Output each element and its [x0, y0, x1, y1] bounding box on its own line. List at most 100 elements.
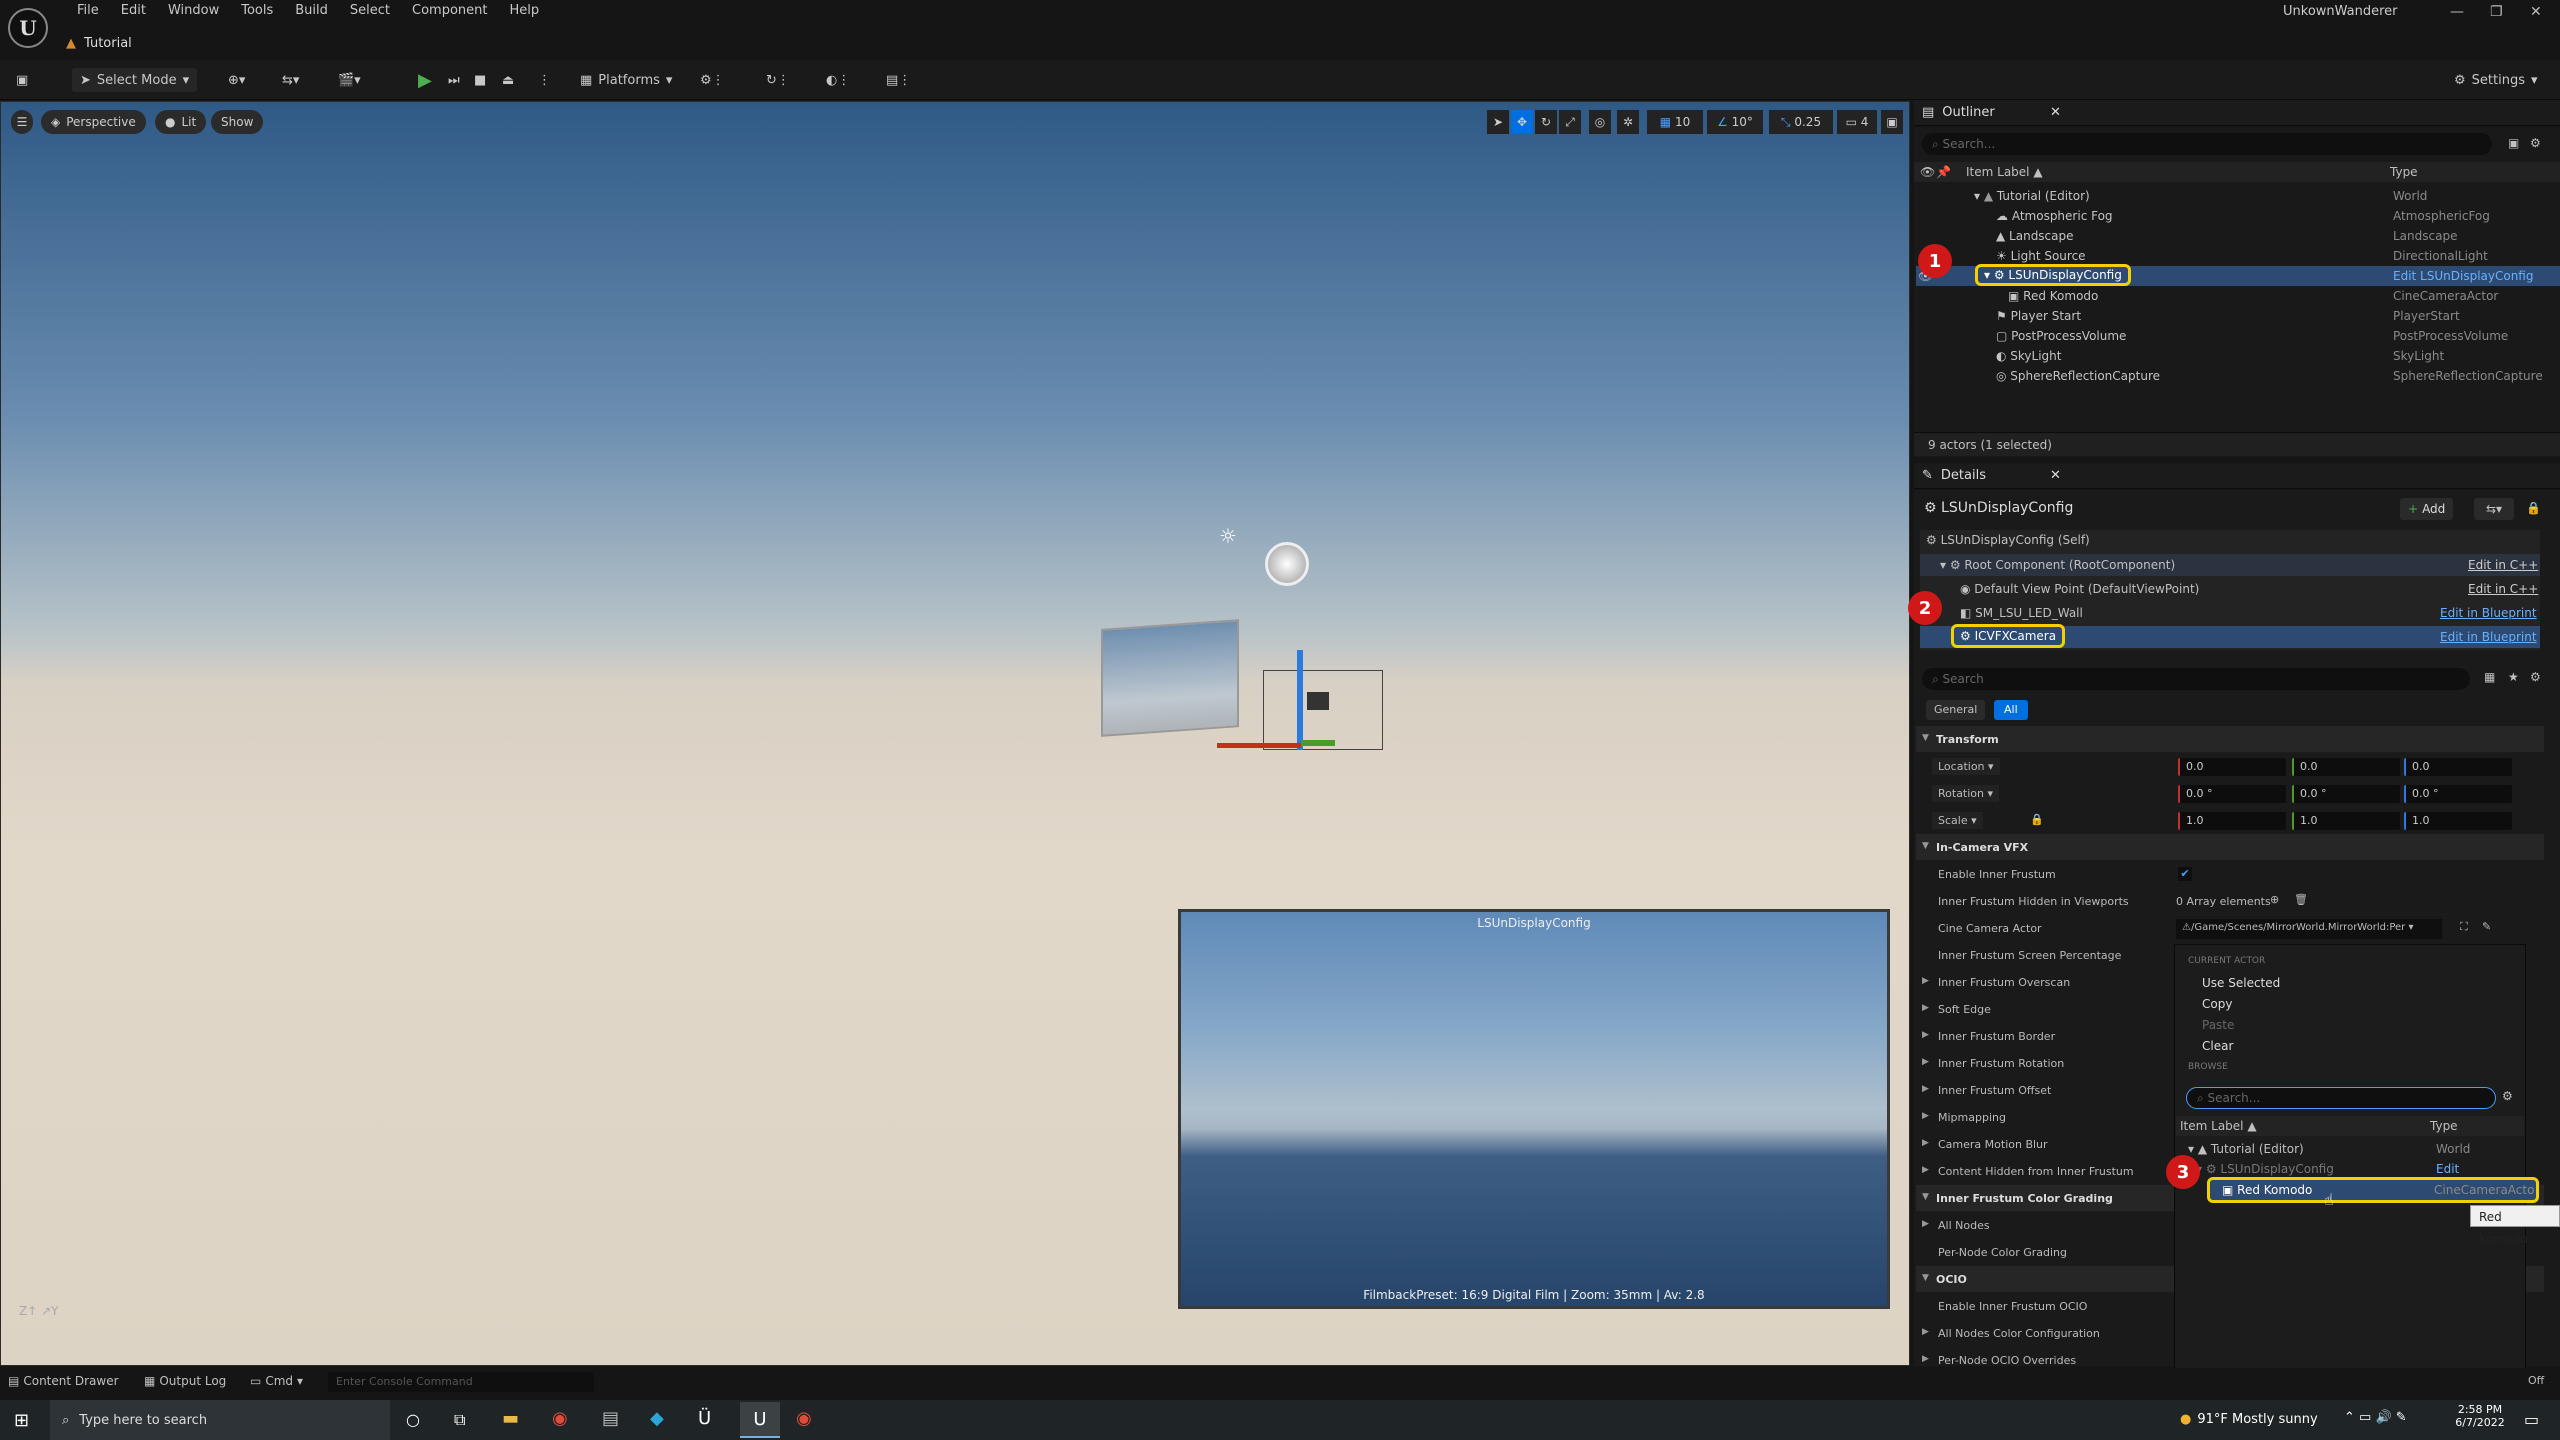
blueprint-options-icon[interactable]: ⇆▾: [2474, 498, 2514, 520]
component-row[interactable]: ⚙ LSUnDisplayConfig (Self): [1926, 533, 2090, 547]
outliner-search-input[interactable]: ⌕ Search...: [1922, 133, 2492, 155]
popup-row[interactable]: ▾ ▲ Tutorial (Editor) World: [2176, 1139, 2524, 1159]
more-icon[interactable]: ⋮: [538, 68, 551, 92]
content-drawer-button[interactable]: ▤ Content Drawer: [8, 1374, 119, 1388]
close-icon[interactable]: ✕: [2050, 468, 2061, 483]
outliner-row[interactable]: ◎ SphereReflectionCapture SphereReflectio…: [1916, 366, 2560, 386]
popup-row-red-komodo[interactable]: ▣ Red Komodo CineCameraActo: [2207, 1177, 2539, 1203]
unreal-logo-icon[interactable]: U: [8, 8, 48, 48]
epic-launcher-icon[interactable]: Ü: [698, 1408, 711, 1429]
location-x-field[interactable]: 0.0: [2178, 758, 2286, 776]
outliner-row[interactable]: ▣ Red Komodo CineCameraActor: [1916, 286, 2560, 306]
unreal-editor-taskbar-icon[interactable]: U: [740, 1402, 780, 1438]
app-icon[interactable]: ◆: [650, 1408, 664, 1429]
scale-dropdown[interactable]: Scale ▾: [1932, 812, 1983, 829]
cine-camera-icon[interactable]: [1307, 692, 1329, 710]
outliner-row[interactable]: ▢ PostProcessVolume PostProcessVolume: [1916, 326, 2560, 346]
scale-z-field[interactable]: 1.0: [2404, 812, 2512, 830]
scale-x-field[interactable]: 1.0: [2178, 812, 2286, 830]
cinematics-icon[interactable]: 🎬▾: [338, 68, 361, 92]
type-column[interactable]: Type: [2390, 165, 2418, 179]
maximize-icon[interactable]: ❐: [2490, 4, 2503, 20]
clear-item[interactable]: Clear: [2202, 1039, 2233, 1053]
grid-snap-button[interactable]: ▦ 10: [1647, 110, 1703, 134]
led-wall[interactable]: [1101, 619, 1239, 737]
outliner-row[interactable]: ◐ SkyLight SkyLight: [1916, 346, 2560, 366]
world-space-icon[interactable]: ◎: [1589, 110, 1611, 134]
add-actor-icon[interactable]: ⊕▾: [228, 68, 245, 92]
filter-all-button[interactable]: All: [1994, 700, 2028, 720]
edit-blueprint-link[interactable]: Edit in Blueprint: [2440, 630, 2537, 644]
lit-button[interactable]: ● Lit: [155, 110, 207, 134]
lock-icon[interactable]: 🔒: [2526, 501, 2541, 515]
popup-item-label-column[interactable]: Item Label ▲: [2180, 1119, 2257, 1133]
gear-icon[interactable]: ⚙: [2530, 136, 2541, 150]
gizmo-z-axis[interactable]: [1297, 650, 1303, 750]
row-type-link[interactable]: Edit LSUnDisplayConfig: [2393, 269, 2533, 283]
scale-tool-icon[interactable]: ⤢: [1559, 110, 1581, 134]
component-row[interactable]: ◉ Default View Point (DefaultViewPoint) E…: [1920, 578, 2540, 600]
copy-item[interactable]: Copy: [2202, 997, 2232, 1011]
weather-widget[interactable]: ● 91°F Mostly sunny: [2180, 1412, 2318, 1427]
gear-icon[interactable]: ⚙: [2502, 1089, 2513, 1103]
popup-row[interactable]: ▾ ⚙ LSUnDisplayConfigEdit LSUnDispla: [2176, 1159, 2524, 1190]
camera-speed-button[interactable]: ▭ 4: [1837, 110, 1877, 134]
add-folder-icon[interactable]: ▣: [2508, 136, 2519, 150]
rotation-z-field[interactable]: 0.0 °: [2404, 785, 2512, 803]
rotation-x-field[interactable]: 0.0 °: [2178, 785, 2286, 803]
tray-icons[interactable]: ⌃ ▭ 🔊 ✎: [2344, 1410, 2407, 1425]
menu-component[interactable]: Component: [401, 3, 498, 18]
popup-search-input[interactable]: ⌕ Search...: [2186, 1087, 2496, 1109]
outliner-row[interactable]: ☁ Atmospheric Fog AtmosphericFog: [1916, 206, 2560, 226]
rotation-dropdown[interactable]: Rotation ▾: [1932, 785, 2000, 802]
taskbar-search-input[interactable]: ⌕ Type here to search: [50, 1400, 390, 1440]
menu-tools[interactable]: Tools: [230, 3, 284, 18]
gear-icon[interactable]: ⚙: [2530, 670, 2541, 684]
layout-icon[interactable]: ▣: [1881, 110, 1903, 134]
outliner-row[interactable]: ▲ Landscape Landscape: [1916, 226, 2560, 246]
show-button[interactable]: Show: [211, 110, 264, 134]
save-icon[interactable]: ▣: [16, 68, 28, 92]
task-view-icon[interactable]: ⧉: [454, 1410, 465, 1430]
skylight-icon[interactable]: [1265, 542, 1309, 586]
level-viewport[interactable]: ☰ ◈ Perspective ● Lit Show ➤ ✥ ↻ ⤢ ◎ ✲ ▦ 1…: [0, 101, 1910, 1366]
section-in-camera-vfx[interactable]: ▼ In-Camera VFX: [1916, 834, 2544, 861]
eject-icon[interactable]: ⏏: [502, 68, 514, 92]
chrome-icon[interactable]: ◉: [796, 1408, 812, 1429]
notification-icon[interactable]: ▭: [2524, 1410, 2539, 1429]
cortana-icon[interactable]: ○: [406, 1410, 420, 1429]
filter-general-button[interactable]: General: [1926, 700, 1986, 720]
close-icon[interactable]: ✕: [2530, 4, 2542, 20]
item-label-column[interactable]: Item Label ▲: [1966, 165, 2043, 179]
location-z-field[interactable]: 0.0: [2404, 758, 2512, 776]
settings-button[interactable]: ⚙ Settings ▾: [2454, 68, 2538, 92]
blueprint-icon[interactable]: ⇆▾: [282, 68, 299, 92]
add-element-icon[interactable]: ⊕: [2270, 893, 2279, 906]
settings-tool-icon[interactable]: ⚙⋮: [700, 68, 725, 92]
menu-edit[interactable]: Edit: [110, 3, 157, 18]
enable-inner-frustum-checkbox[interactable]: ✔: [2178, 867, 2192, 881]
pin-icon[interactable]: 📌: [1936, 165, 1951, 179]
move-tool-icon[interactable]: ✥: [1511, 110, 1533, 134]
edit-cpp-link[interactable]: Edit in C++: [2468, 582, 2538, 596]
gizmo-y-axis[interactable]: [1301, 740, 1335, 746]
edit-blueprint-link[interactable]: Edit in Blueprint: [2440, 606, 2537, 620]
add-component-button[interactable]: + Add: [2400, 498, 2454, 520]
location-y-field[interactable]: 0.0: [2292, 758, 2400, 776]
table-view-icon[interactable]: ▦: [2484, 670, 2495, 684]
use-selected-item[interactable]: Use Selected: [2202, 976, 2280, 990]
component-row[interactable]: ◧ SM_LSU_LED_Wall Edit in Blueprint: [1920, 602, 2540, 624]
menu-file[interactable]: File: [66, 3, 110, 18]
select-tool-icon[interactable]: ➤: [1487, 110, 1509, 134]
stop-icon[interactable]: ■: [474, 68, 486, 92]
chrome-icon[interactable]: ◉: [552, 1408, 568, 1429]
file-explorer-icon[interactable]: ▬: [502, 1408, 519, 1429]
step-icon[interactable]: ⏭: [448, 68, 460, 92]
outliner-row[interactable]: ☀ Light Source DirectionalLight: [1916, 246, 2560, 266]
menu-select[interactable]: Select: [339, 3, 401, 18]
scale-y-field[interactable]: 1.0: [2292, 812, 2400, 830]
platforms-button[interactable]: ▦ Platforms ▾: [580, 68, 672, 92]
surface-snap-icon[interactable]: ✲: [1617, 110, 1639, 134]
outliner-row-selected[interactable]: 👁 ▾ ⚙ LSUnDisplayConfig Edit LSUnDisplay…: [1916, 264, 2560, 286]
trash-icon[interactable]: 🗑: [2294, 893, 2308, 906]
